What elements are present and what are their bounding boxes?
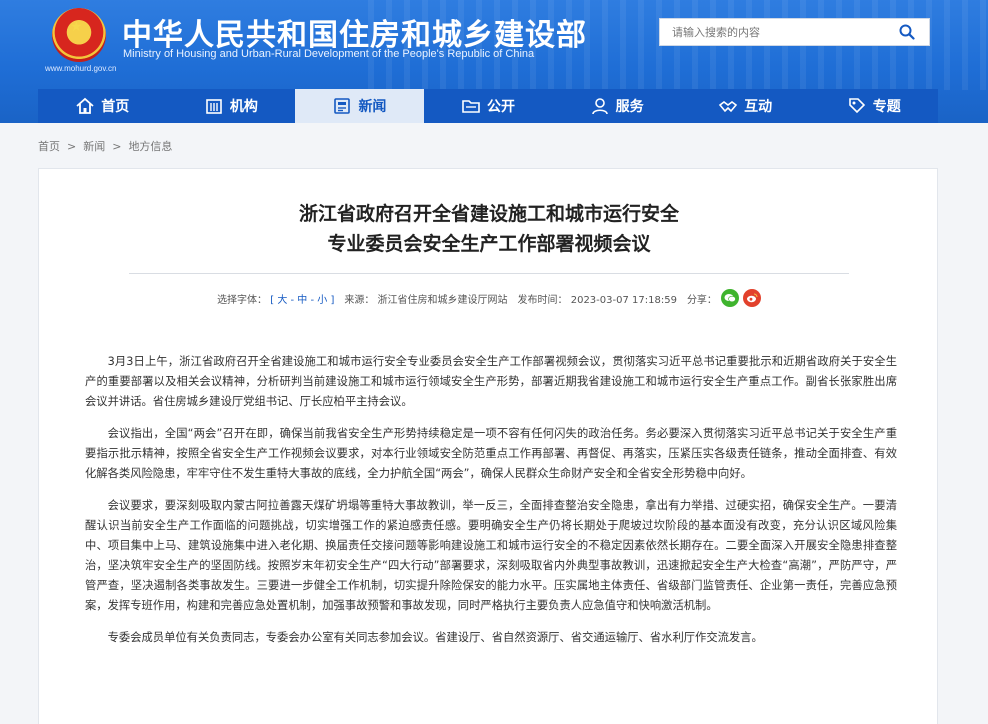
nav-label: 公开 (487, 99, 516, 115)
search-button[interactable] (885, 19, 929, 45)
national-emblem-icon[interactable] (52, 8, 106, 62)
home-icon (76, 97, 94, 114)
search-box (659, 18, 930, 46)
nav-item-home[interactable]: 首页 (38, 89, 167, 123)
site-url: www.mohurd.gov.cn (45, 64, 117, 73)
nav-label: 机构 (229, 99, 258, 115)
wechat-share-icon[interactable] (720, 289, 739, 307)
font-size-options[interactable]: [ 大 - 中 - 小 ] (270, 295, 334, 306)
tag-icon (848, 98, 865, 114)
search-input[interactable] (660, 19, 885, 45)
person-service-icon (591, 98, 608, 115)
folder-icon (462, 100, 480, 113)
article-meta: 选择字体： [ 大 - 中 - 小 ] 来源： 浙江省住房和城乡建设厅网站 发布… (39, 289, 939, 307)
nav-item-public[interactable]: 公开 (424, 89, 553, 123)
main-nav: 首页 机构 新闻 公开 服务 互动 专题 (38, 89, 938, 123)
breadcrumb-home[interactable]: 首页 (38, 140, 60, 153)
breadcrumb-separator: > (108, 140, 125, 153)
source-value: 浙江省住房和城乡建设厅网站 (377, 294, 508, 306)
font-size-label: 选择字体： (217, 294, 268, 306)
article-paragraph: 专委会成员单位有关负责同志，专委会办公室有关同志参加会议。省建设厅、省自然资源厅… (107, 631, 763, 644)
article-paragraph: 会议要求，要深刻吸取内蒙古阿拉善露天煤矿坍塌等重特大事故教训，举一反三，全面排查… (85, 499, 897, 612)
weibo-share-icon[interactable] (742, 289, 761, 307)
breadcrumb-local-info[interactable]: 地方信息 (128, 140, 172, 153)
search-icon (899, 24, 915, 40)
article-body: 3月3日上午，浙江省政府召开全省建设施工和城市运行安全专业委员会安全生产工作部署… (85, 352, 897, 660)
nav-label: 互动 (744, 99, 773, 115)
breadcrumb: 首页 > 新闻 > 地方信息 (38, 138, 172, 154)
nav-label: 服务 (615, 99, 644, 115)
nav-item-interaction[interactable]: 互动 (681, 89, 810, 123)
publish-date: 2023-03-07 17:18:59 (570, 294, 677, 306)
source-label: 来源： (344, 294, 375, 306)
nav-label: 专题 (872, 99, 901, 115)
article-card: 浙江省政府召开全省建设施工和城市运行安全 专业委员会安全生产工作部署视频会议 选… (38, 168, 938, 724)
breadcrumb-separator: > (63, 140, 80, 153)
date-label: 发布时间： (517, 294, 568, 306)
article-title-line1: 浙江省政府召开全省建设施工和城市运行安全 (298, 203, 679, 225)
emblem-star-icon: ★ (70, 19, 83, 35)
news-icon (334, 98, 351, 114)
article-title-line2: 专业委员会安全生产工作部署视频会议 (327, 233, 651, 255)
site-header: ★ 中华人民共和国住房和城乡建设部 Ministry of Housing an… (0, 0, 988, 123)
article-paragraph: 会议指出，全国“两会”召开在即，确保当前我省安全生产形势持续稳定是一项不容有任何… (85, 427, 897, 480)
building-icon (206, 99, 222, 114)
nav-item-service[interactable]: 服务 (552, 89, 681, 123)
share-label: 分享： (686, 294, 717, 306)
article-paragraph: 3月3日上午，浙江省政府召开全省建设施工和城市运行安全专业委员会安全生产工作部署… (85, 355, 897, 408)
nav-item-news[interactable]: 新闻 (295, 89, 424, 123)
nav-label: 新闻 (358, 99, 387, 115)
article-title: 浙江省政府召开全省建设施工和城市运行安全 专业委员会安全生产工作部署视频会议 (39, 199, 939, 259)
title-divider (129, 273, 849, 274)
breadcrumb-news[interactable]: 新闻 (83, 140, 105, 153)
site-subtitle: Ministry of Housing and Urban-Rural Deve… (123, 48, 535, 60)
handshake-icon (719, 101, 738, 113)
nav-item-organization[interactable]: 机构 (167, 89, 296, 123)
nav-item-topics[interactable]: 专题 (809, 89, 938, 123)
nav-label: 首页 (101, 99, 130, 115)
